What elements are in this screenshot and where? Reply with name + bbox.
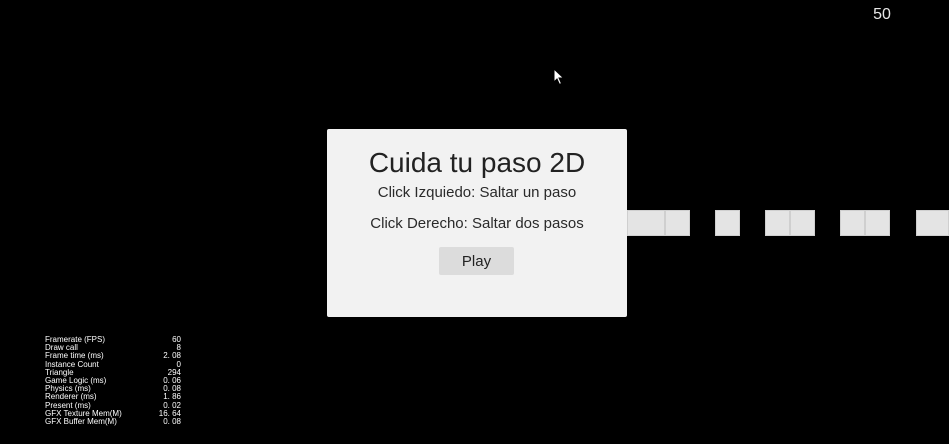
game-viewport[interactable]: 50 Cuida tu paso 2D Click Izquiedo: Salt… bbox=[0, 0, 949, 444]
stat-row: GFX Buffer Mem(M) 0. 08 bbox=[45, 417, 181, 427]
step-tile bbox=[665, 210, 690, 236]
step-tile bbox=[765, 210, 790, 236]
stat-label: GFX Buffer Mem(M) bbox=[45, 417, 117, 427]
score-counter: 50 bbox=[873, 6, 891, 23]
left-click-instruction: Click Izquiedo: Saltar un paso bbox=[377, 184, 577, 201]
stat-value: 0. 08 bbox=[163, 417, 181, 427]
right-click-instruction: Click Derecho: Saltar dos pasos bbox=[370, 215, 584, 232]
start-menu-panel: Cuida tu paso 2D Click Izquiedo: Saltar … bbox=[327, 129, 627, 317]
step-tile bbox=[790, 210, 815, 236]
mouse-cursor-icon bbox=[553, 68, 565, 86]
step-tile bbox=[916, 210, 949, 236]
step-tile bbox=[627, 210, 665, 236]
play-button[interactable]: Play bbox=[439, 247, 514, 275]
game-title: Cuida tu paso 2D bbox=[368, 147, 586, 178]
step-tile bbox=[865, 210, 890, 236]
step-tile bbox=[840, 210, 865, 236]
performance-stats: Framerate (FPS) 60 Draw call 8 Frame time (m… bbox=[45, 335, 181, 427]
step-tile bbox=[715, 210, 740, 236]
